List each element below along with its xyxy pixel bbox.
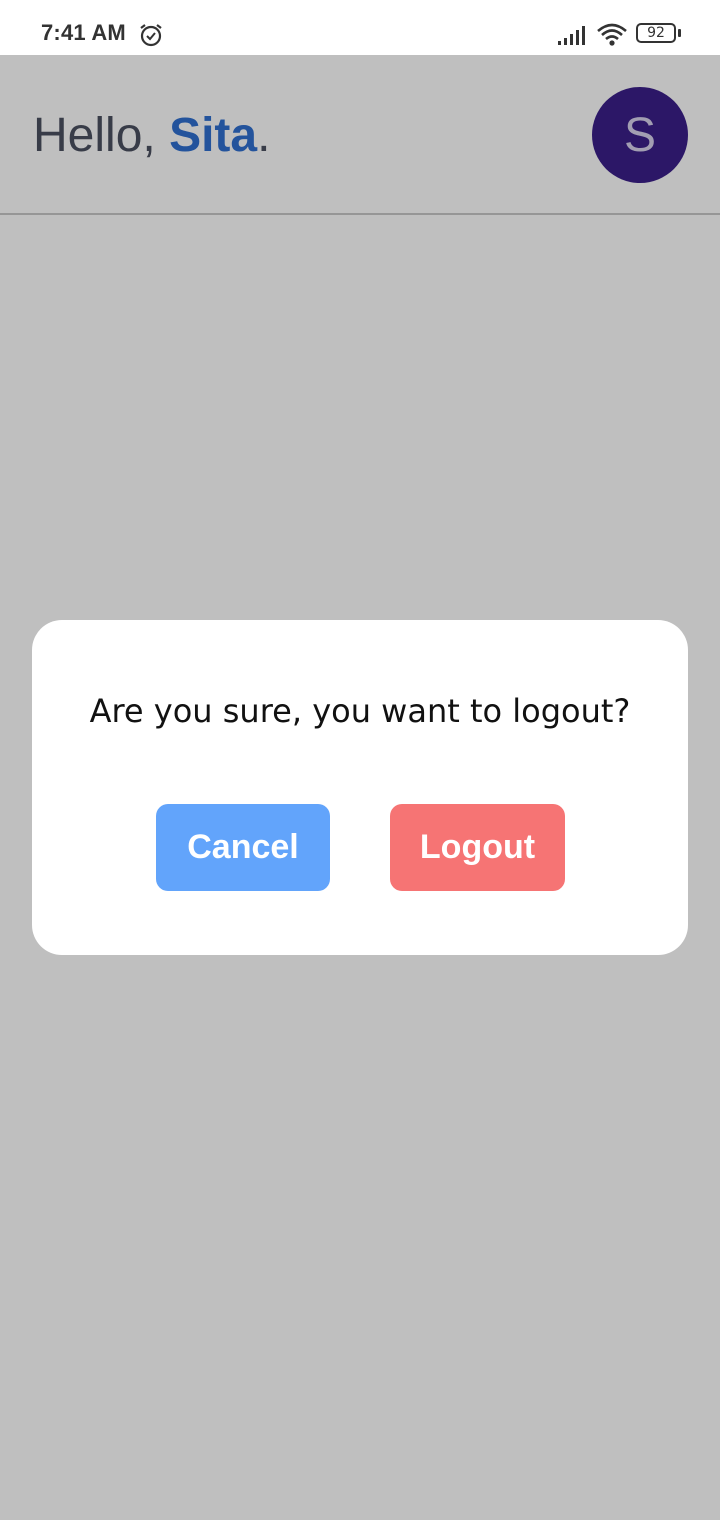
battery-body: 92: [636, 23, 676, 43]
cancel-button[interactable]: Cancel: [156, 804, 330, 891]
logout-dialog: Are you sure, you want to logout? Cancel…: [32, 620, 688, 955]
alarm-icon: [138, 22, 164, 48]
dialog-message: Are you sure, you want to logout?: [89, 692, 631, 730]
battery-icon: 92: [636, 23, 684, 47]
logout-button[interactable]: Logout: [390, 804, 565, 891]
status-time: 7:41 AM: [41, 20, 126, 45]
status-bar: 7:41 AM 92: [0, 0, 720, 55]
battery-cap: [678, 29, 681, 37]
battery-level: 92: [647, 25, 665, 41]
signal-icon: [557, 24, 587, 46]
wifi-icon: [596, 22, 628, 48]
